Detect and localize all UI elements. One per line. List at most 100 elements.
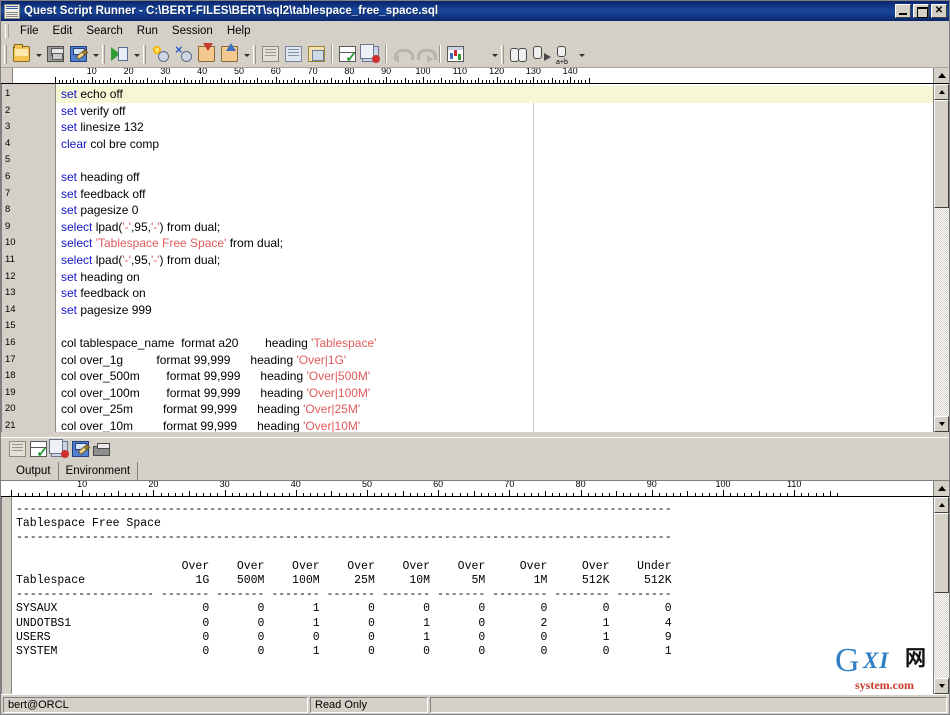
toolbar-save-as-button[interactable]: [67, 43, 90, 65]
editor-scroll-down-button[interactable]: [934, 416, 949, 432]
output-scroll-thumb[interactable]: [934, 513, 949, 593]
editor-line[interactable]: col over_1g format 99,999 heading 'Over|…: [56, 352, 933, 369]
output-scroll-down-button[interactable]: [934, 678, 949, 694]
editor-line[interactable]: set feedback on: [56, 285, 933, 302]
menu-session[interactable]: Session: [165, 23, 220, 39]
editor-line[interactable]: set echo off: [56, 86, 933, 103]
output-text[interactable]: ----------------------------------------…: [12, 497, 933, 694]
toolbar-execute-button[interactable]: [108, 43, 131, 65]
ruler-tick: [445, 493, 447, 496]
output-scroll-track[interactable]: [934, 513, 949, 678]
toolbar-execute-dropdown[interactable]: [131, 43, 142, 65]
menu-search[interactable]: Search: [79, 23, 129, 39]
code-token: linesize 132: [80, 120, 144, 135]
toolbar-grip-5[interactable]: [501, 44, 504, 64]
output-vertical-scrollbar[interactable]: [933, 497, 949, 694]
sql-editor[interactable]: 1 2 3 4 5 6 7 8 9 10 11 12 13 14 15 16 17 18 19 20 21 set ec…: [1, 84, 949, 432]
editor-line[interactable]: set linesize 132: [56, 119, 933, 136]
ruler-tick: [485, 80, 487, 83]
ruler-tick: [181, 493, 183, 496]
toolbar-save-file-button[interactable]: [44, 43, 67, 65]
ruler-tick: [32, 493, 34, 496]
output-grid-button[interactable]: [7, 439, 28, 459]
editor-scroll-track[interactable]: [934, 100, 949, 416]
editor-line[interactable]: set verify off: [56, 103, 933, 120]
editor-line[interactable]: col over_25m format 99,999 heading 'Over…: [56, 401, 933, 418]
ruler-tick: [367, 78, 369, 83]
menu-file[interactable]: File: [13, 23, 46, 39]
ruler-tick: [196, 493, 198, 496]
toolbar-grip-4[interactable]: [253, 44, 256, 64]
toolbar-explain-plan-dropdown[interactable]: [489, 43, 500, 65]
output-scroll-up-button[interactable]: [934, 497, 949, 513]
toolbar-export-dropdown[interactable]: [241, 43, 252, 65]
maximize-button[interactable]: [913, 4, 929, 18]
editor-line[interactable]: set pagesize 999: [56, 302, 933, 319]
minimize-button[interactable]: [895, 4, 911, 18]
editor-vertical-scrollbar[interactable]: [933, 84, 949, 432]
toolbar-copy-grid-button[interactable]: [259, 43, 282, 65]
editor-code-area[interactable]: set echo off set verify off set linesize 1…: [56, 84, 933, 432]
menu-edit[interactable]: Edit: [46, 23, 80, 39]
editor-scroll-up-button[interactable]: [934, 84, 949, 100]
toolbar-import-button[interactable]: [195, 43, 218, 65]
toolbar-replace-button[interactable]: [553, 43, 576, 66]
editor-line-number: 15: [5, 320, 16, 332]
editor-line[interactable]: set pagesize 0: [56, 202, 933, 219]
editor-line[interactable]: col tablespace_name format a20 heading '…: [56, 335, 933, 352]
output-body[interactable]: ----------------------------------------…: [1, 497, 949, 694]
tab-environment[interactable]: Environment: [59, 462, 139, 480]
editor-line[interactable]: [56, 152, 933, 169]
toolbar-cancel-step-button[interactable]: [172, 42, 195, 65]
editor-scroll-thumb[interactable]: [934, 100, 949, 208]
toolbar-step-into-button[interactable]: [149, 43, 172, 65]
toolbar-undo-button[interactable]: [390, 43, 414, 65]
editor-scroll-up-corner[interactable]: [933, 68, 949, 83]
editor-line[interactable]: set feedback off: [56, 186, 933, 203]
ruler-tick: [419, 80, 421, 83]
editor-line[interactable]: col over_100m format 99,999 heading 'Ove…: [56, 385, 933, 402]
toolbar-validate-button[interactable]: [336, 43, 359, 66]
menu-grip[interactable]: [5, 23, 9, 38]
toolbar-grip-2[interactable]: [102, 44, 105, 64]
menu-run[interactable]: Run: [130, 23, 165, 39]
toolbar-export-button[interactable]: [218, 43, 241, 65]
toolbar-find-next-button[interactable]: [530, 43, 553, 65]
toolbar-redo-button[interactable]: [413, 43, 437, 65]
editor-line[interactable]: select 'Tablespace Free Space' from dual…: [56, 235, 933, 252]
editor-line[interactable]: set heading off: [56, 169, 933, 186]
toolbar-paste-grid-button[interactable]: [282, 43, 305, 65]
ruler-tick: [523, 493, 525, 496]
menu-help[interactable]: Help: [220, 23, 258, 39]
toolbar-find-button[interactable]: [507, 43, 530, 65]
editor-line[interactable]: select lpad('-',95,'-') from dual;: [56, 252, 933, 269]
ruler-label: 110: [787, 481, 802, 489]
close-button[interactable]: ✕: [931, 4, 947, 18]
editor-line[interactable]: col over_10m format 99,999 heading 'Over…: [56, 418, 933, 432]
code-token: select: [61, 252, 96, 267]
ruler-label: 10: [77, 481, 88, 489]
toolbar-grip-3[interactable]: [143, 44, 146, 64]
output-clear-button[interactable]: [49, 439, 70, 459]
editor-line[interactable]: set heading on: [56, 269, 933, 286]
tab-output[interactable]: Output: [9, 462, 59, 480]
ruler-tick: [89, 493, 91, 496]
output-print-button[interactable]: [91, 439, 112, 459]
output-save-button[interactable]: [70, 439, 91, 459]
editor-line[interactable]: clear col bre comp: [56, 136, 933, 153]
toolbar-replace-dropdown[interactable]: [576, 43, 587, 65]
editor-line[interactable]: [56, 318, 933, 335]
toolbar-clear-results-button[interactable]: [359, 43, 382, 65]
editor-line[interactable]: col over_500m format 99,999 heading 'Ove…: [56, 368, 933, 385]
ruler-tick: [139, 493, 141, 496]
toolbar-explain-plan-button[interactable]: [444, 43, 467, 65]
toolbar-describe-button[interactable]: [305, 43, 328, 65]
toolbar-save-as-dropdown[interactable]: [90, 43, 101, 65]
output-toolbar: [1, 438, 949, 461]
toolbar-grip-1[interactable]: [4, 44, 7, 64]
output-validate-button[interactable]: [28, 439, 49, 461]
toolbar-open-file-button[interactable]: [10, 43, 33, 65]
toolbar-open-file-dropdown[interactable]: [33, 43, 44, 65]
output-scroll-up-corner[interactable]: [933, 481, 949, 496]
editor-line[interactable]: select lpad('-',95,'-') from dual;: [56, 219, 933, 236]
